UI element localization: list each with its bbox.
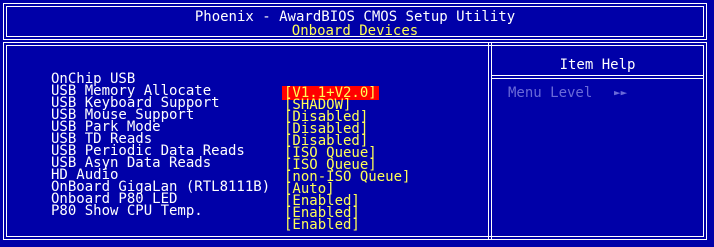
bios-screen: Phoenix - AwardBIOS CMOS Setup Utility O… [0,0,714,243]
menu-level-label: Menu Level [508,85,593,101]
item-help-title: Item Help [559,57,636,73]
help-divider [492,75,703,79]
setting-row-p80-show-cpu-temp[interactable]: P80 Show CPU Temp. [Enabled] [0,190,488,232]
page-title: Onboard Devices [291,23,419,39]
menu-level-arrows-icon: ►► [614,86,628,99]
setting-label: P80 Show CPU Temp. [51,203,203,219]
title-box: Phoenix - AwardBIOS CMOS Setup Utility O… [3,3,707,40]
setting-value[interactable]: [Enabled] [284,218,360,232]
